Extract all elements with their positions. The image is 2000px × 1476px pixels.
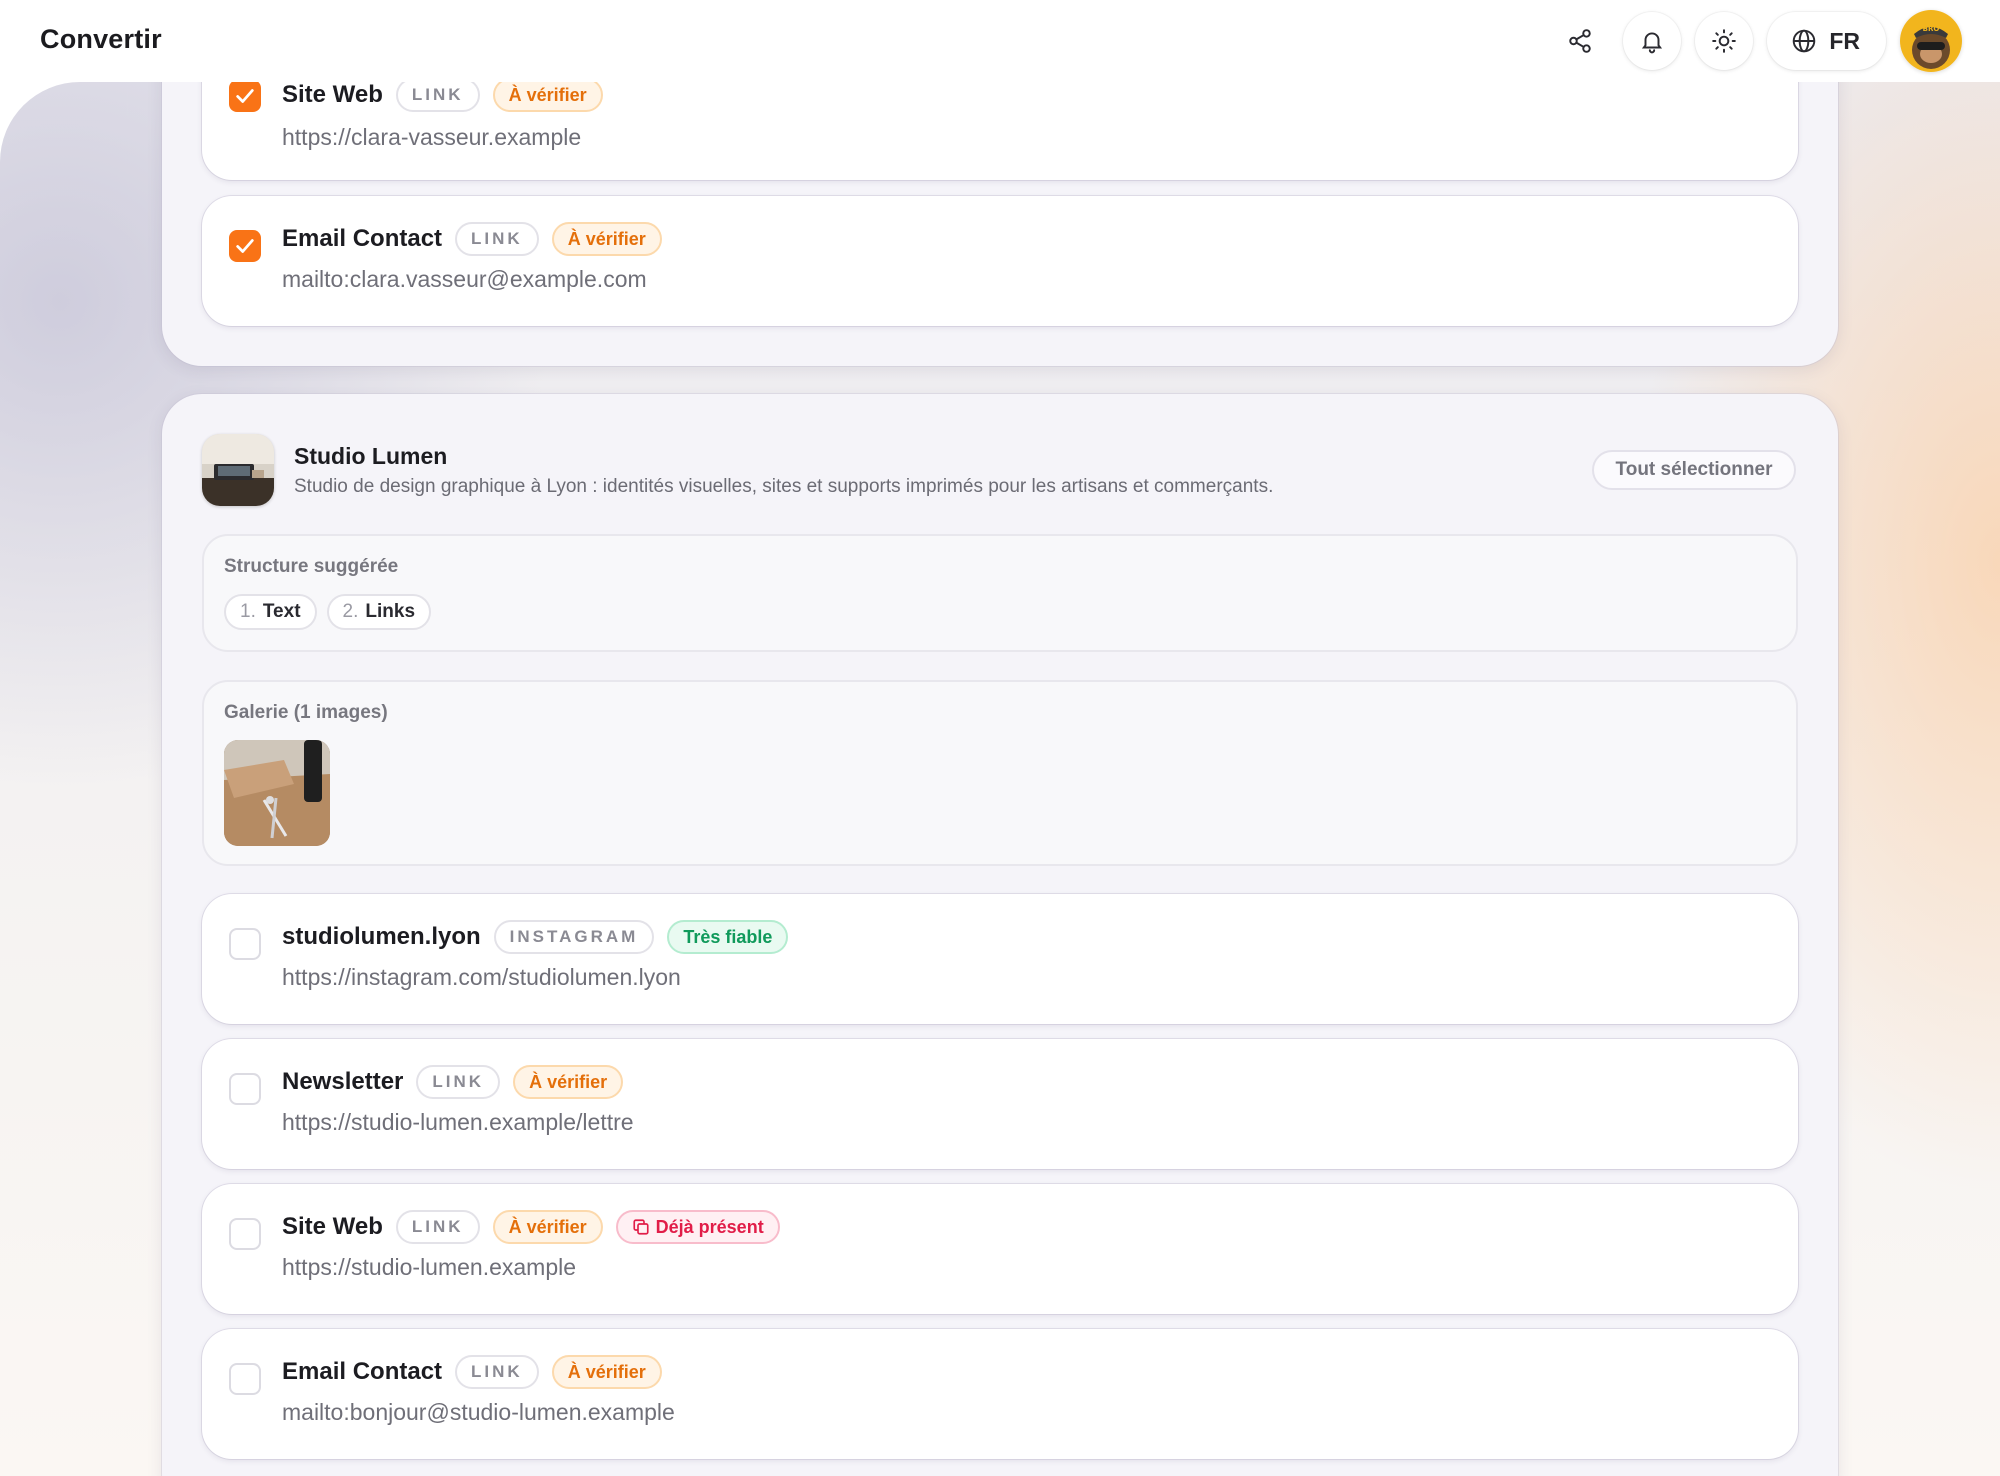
item-url: https://clara-vasseur.example [282, 124, 582, 150]
item-title: Site Web [282, 1213, 383, 1240]
item-url: https://studio-lumen.example [282, 1254, 577, 1280]
item-checkbox[interactable] [229, 1218, 261, 1250]
select-all-button[interactable]: Tout sélectionner [1592, 450, 1796, 490]
gallery: Galerie (1 images) [202, 680, 1798, 866]
item-title: Email Contact [282, 225, 443, 252]
share-icon [1569, 29, 1592, 53]
structure-steps: 1. Text 2. Links [224, 594, 432, 630]
item-url: mailto:bonjour@studio-lumen.example [282, 1399, 675, 1425]
structure-step: 1. Text [224, 594, 317, 630]
item-title: Site Web [282, 81, 383, 108]
duplicate-badge: Déjà présent [615, 1210, 780, 1244]
item-url: https://studio-lumen.example/lettre [282, 1109, 634, 1135]
structure-title: Structure suggérée [224, 556, 399, 577]
item-header: studiolumen.lyon INSTAGRAM Très fiable [282, 920, 789, 954]
item-checkbox[interactable] [229, 1073, 261, 1105]
item-title: Newsletter [282, 1068, 404, 1095]
share-button[interactable] [1551, 12, 1610, 70]
gallery-title: Galerie (1 images) [224, 702, 388, 723]
check-icon [236, 89, 254, 103]
status-badge: À vérifier [551, 1355, 662, 1389]
studio-name: Studio Lumen [294, 443, 448, 469]
duplicate-label: Déjà présent [655, 1216, 764, 1237]
avatar-text: BRO [1923, 25, 1940, 33]
suggested-structure: Structure suggérée 1. Text 2. Links [202, 534, 1798, 652]
structure-step: 2. Links [326, 594, 432, 630]
top-bar: Convertir FR BRO [0, 0, 2000, 82]
step-number: 2. [342, 601, 359, 622]
item-header: Newsletter LINK À vérifier [282, 1065, 624, 1099]
type-badge: LINK [395, 78, 480, 112]
gallery-photo [224, 740, 330, 846]
page-title: Convertir [40, 24, 162, 54]
item-header: Email Contact LINK À vérifier [282, 222, 662, 256]
status-badge: Très fiable [667, 920, 789, 954]
list-item[interactable]: Email Contact LINK À vérifier mailto:bon… [202, 1329, 1798, 1459]
status-badge: À vérifier [492, 1210, 603, 1244]
avatar-image: BRO [1900, 10, 1962, 72]
status-badge: À vérifier [492, 78, 603, 112]
studio-description: Studio de design graphique à Lyon : iden… [294, 476, 1274, 497]
sun-icon [1712, 29, 1737, 53]
item-checkbox[interactable] [229, 80, 261, 112]
type-badge: LINK [395, 1210, 480, 1244]
item-url: https://instagram.com/studiolumen.lyon [282, 964, 681, 990]
bell-icon [1642, 32, 1663, 54]
item-title: studiolumen.lyon [282, 923, 481, 950]
type-badge: LINK [455, 1355, 539, 1389]
item-checkbox[interactable] [229, 928, 261, 960]
type-badge: LINK [455, 222, 539, 256]
gallery-image[interactable] [224, 740, 330, 846]
notifications-button[interactable] [1623, 12, 1682, 70]
item-header: Email Contact LINK À vérifier [282, 1355, 662, 1389]
type-badge: INSTAGRAM [493, 920, 655, 954]
list-item[interactable]: studiolumen.lyon INSTAGRAM Très fiable h… [202, 894, 1798, 1024]
avatar[interactable]: BRO [1900, 10, 1962, 72]
list-item[interactable]: Email Contact LINK À vérifier mailto:cla… [202, 196, 1798, 326]
top-actions: FR BRO [1551, 10, 1962, 72]
step-label: Text [262, 601, 301, 622]
item-url: mailto:clara.vasseur@example.com [282, 266, 647, 292]
language-label: FR [1829, 27, 1860, 54]
status-badge: À vérifier [513, 1065, 624, 1099]
item-title: Email Contact [282, 1358, 443, 1385]
status-badge: À vérifier [551, 222, 662, 256]
globe-icon [1793, 29, 1816, 53]
language-selector[interactable]: FR [1767, 12, 1886, 70]
item-header: Site Web LINK À vérifier Déjà présent [282, 1210, 780, 1244]
step-label: Links [365, 601, 416, 622]
check-icon [236, 239, 254, 253]
theme-toggle-button[interactable] [1695, 12, 1754, 70]
step-number: 1. [240, 601, 256, 622]
item-header: Site Web LINK À vérifier [282, 78, 603, 112]
list-item[interactable]: Newsletter LINK À vérifier https://studi… [202, 1039, 1798, 1169]
item-checkbox[interactable] [229, 230, 261, 262]
item-checkbox[interactable] [229, 1363, 261, 1395]
type-badge: LINK [416, 1065, 501, 1099]
list-item[interactable]: Site Web LINK À vérifier Déjà présent ht… [202, 1184, 1798, 1314]
studio-avatar [202, 434, 274, 506]
copy-icon [633, 1219, 649, 1235]
studio-photo [202, 434, 274, 506]
